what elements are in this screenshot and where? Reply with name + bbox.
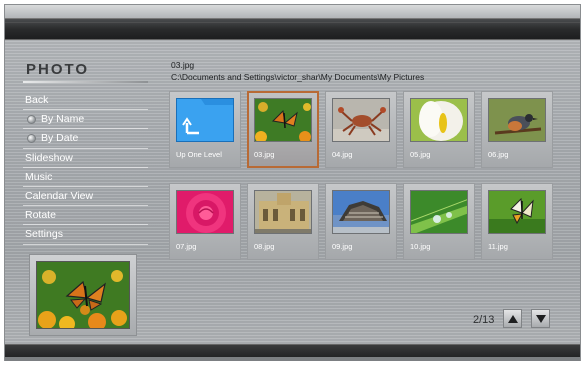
- side-menu: Back By Name By Date Slideshow Music Cal…: [23, 91, 148, 245]
- tile-label: 11.jpg: [488, 242, 508, 251]
- menu-item-slideshow[interactable]: Slideshow: [23, 149, 148, 168]
- photo-app-window: PHOTO 03.jpg C:\Documents and Settings\v…: [4, 4, 581, 361]
- tile-10-jpg[interactable]: 10.jpg: [403, 183, 475, 260]
- tile-06-jpg[interactable]: 06.jpg: [481, 91, 553, 168]
- tile-11-jpg[interactable]: 11.jpg: [481, 183, 553, 260]
- tile-label: Up One Level: [176, 150, 222, 159]
- current-file-name: 03.jpg: [171, 60, 195, 70]
- photo-preview: [29, 254, 137, 336]
- menu-item-label: Back: [25, 94, 49, 106]
- menu-item-by-date[interactable]: By Date: [23, 129, 148, 149]
- tile-label: 08.jpg: [254, 242, 275, 251]
- menu-item-label: Settings: [25, 228, 63, 241]
- triangle-down-icon: [536, 315, 546, 323]
- rose-thumbnail: [176, 190, 234, 234]
- menu-item-by-name[interactable]: By Name: [23, 110, 148, 130]
- tile-label: 04.jpg: [332, 150, 353, 159]
- tile-up-one-level[interactable]: Up One Level: [169, 91, 241, 168]
- butterfly2-thumbnail: [488, 190, 546, 234]
- current-file-path: C:\Documents and Settings\victor_shar\My…: [171, 72, 425, 82]
- menu-item-label: Calendar View: [25, 189, 94, 202]
- bottom-bar: [5, 344, 580, 361]
- menu-item-rotate[interactable]: Rotate: [23, 206, 148, 226]
- building-thumbnail: [332, 190, 390, 234]
- page-up-button[interactable]: [503, 309, 522, 328]
- tile-05-jpg[interactable]: 05.jpg: [403, 91, 475, 168]
- butterfly-thumbnail: [254, 98, 312, 142]
- page-down-button[interactable]: [531, 309, 550, 328]
- butterfly-preview-image: [36, 261, 130, 329]
- radio-icon: [27, 114, 36, 124]
- menu-item-back[interactable]: Back: [23, 91, 148, 111]
- radio-icon: [27, 133, 36, 143]
- tile-label: 03.jpg: [254, 150, 275, 159]
- palace-thumbnail: [254, 190, 312, 234]
- tile-09-jpg[interactable]: 09.jpg: [325, 183, 397, 260]
- folder-up-icon: [176, 98, 234, 142]
- tile-label: 05.jpg: [410, 150, 431, 159]
- tile-03-jpg[interactable]: 03.jpg: [247, 91, 319, 168]
- tile-label: 10.jpg: [410, 242, 431, 251]
- triangle-up-icon: [508, 315, 518, 323]
- tile-label: 07.jpg: [176, 242, 197, 251]
- top-strip: [5, 5, 580, 18]
- top-bar: [5, 18, 580, 40]
- app-title: PHOTO: [26, 61, 90, 78]
- menu-item-settings[interactable]: Settings: [23, 225, 148, 245]
- tile-07-jpg[interactable]: 07.jpg: [169, 183, 241, 260]
- tile-04-jpg[interactable]: 04.jpg: [325, 91, 397, 168]
- menu-item-label: By Date: [41, 132, 79, 145]
- tile-08-jpg[interactable]: 08.jpg: [247, 183, 319, 260]
- menu-item-calendar-view[interactable]: Calendar View: [23, 187, 148, 207]
- waterdrop-leaf-thumbnail: [410, 190, 468, 234]
- menu-item-label: Slideshow: [25, 151, 73, 164]
- title-divider: [23, 81, 148, 83]
- menu-item-label: Rotate: [25, 209, 56, 222]
- crab-thumbnail: [332, 98, 390, 142]
- tile-label: 06.jpg: [488, 150, 509, 159]
- menu-item-music[interactable]: Music: [23, 168, 148, 187]
- tile-label: 09.jpg: [332, 242, 353, 251]
- lily-thumbnail: [410, 98, 468, 142]
- page-indicator: 2/13: [473, 314, 495, 326]
- menu-item-label: By Name: [41, 113, 85, 126]
- menu-item-label: Music: [25, 170, 53, 183]
- bird-thumbnail: [488, 98, 546, 142]
